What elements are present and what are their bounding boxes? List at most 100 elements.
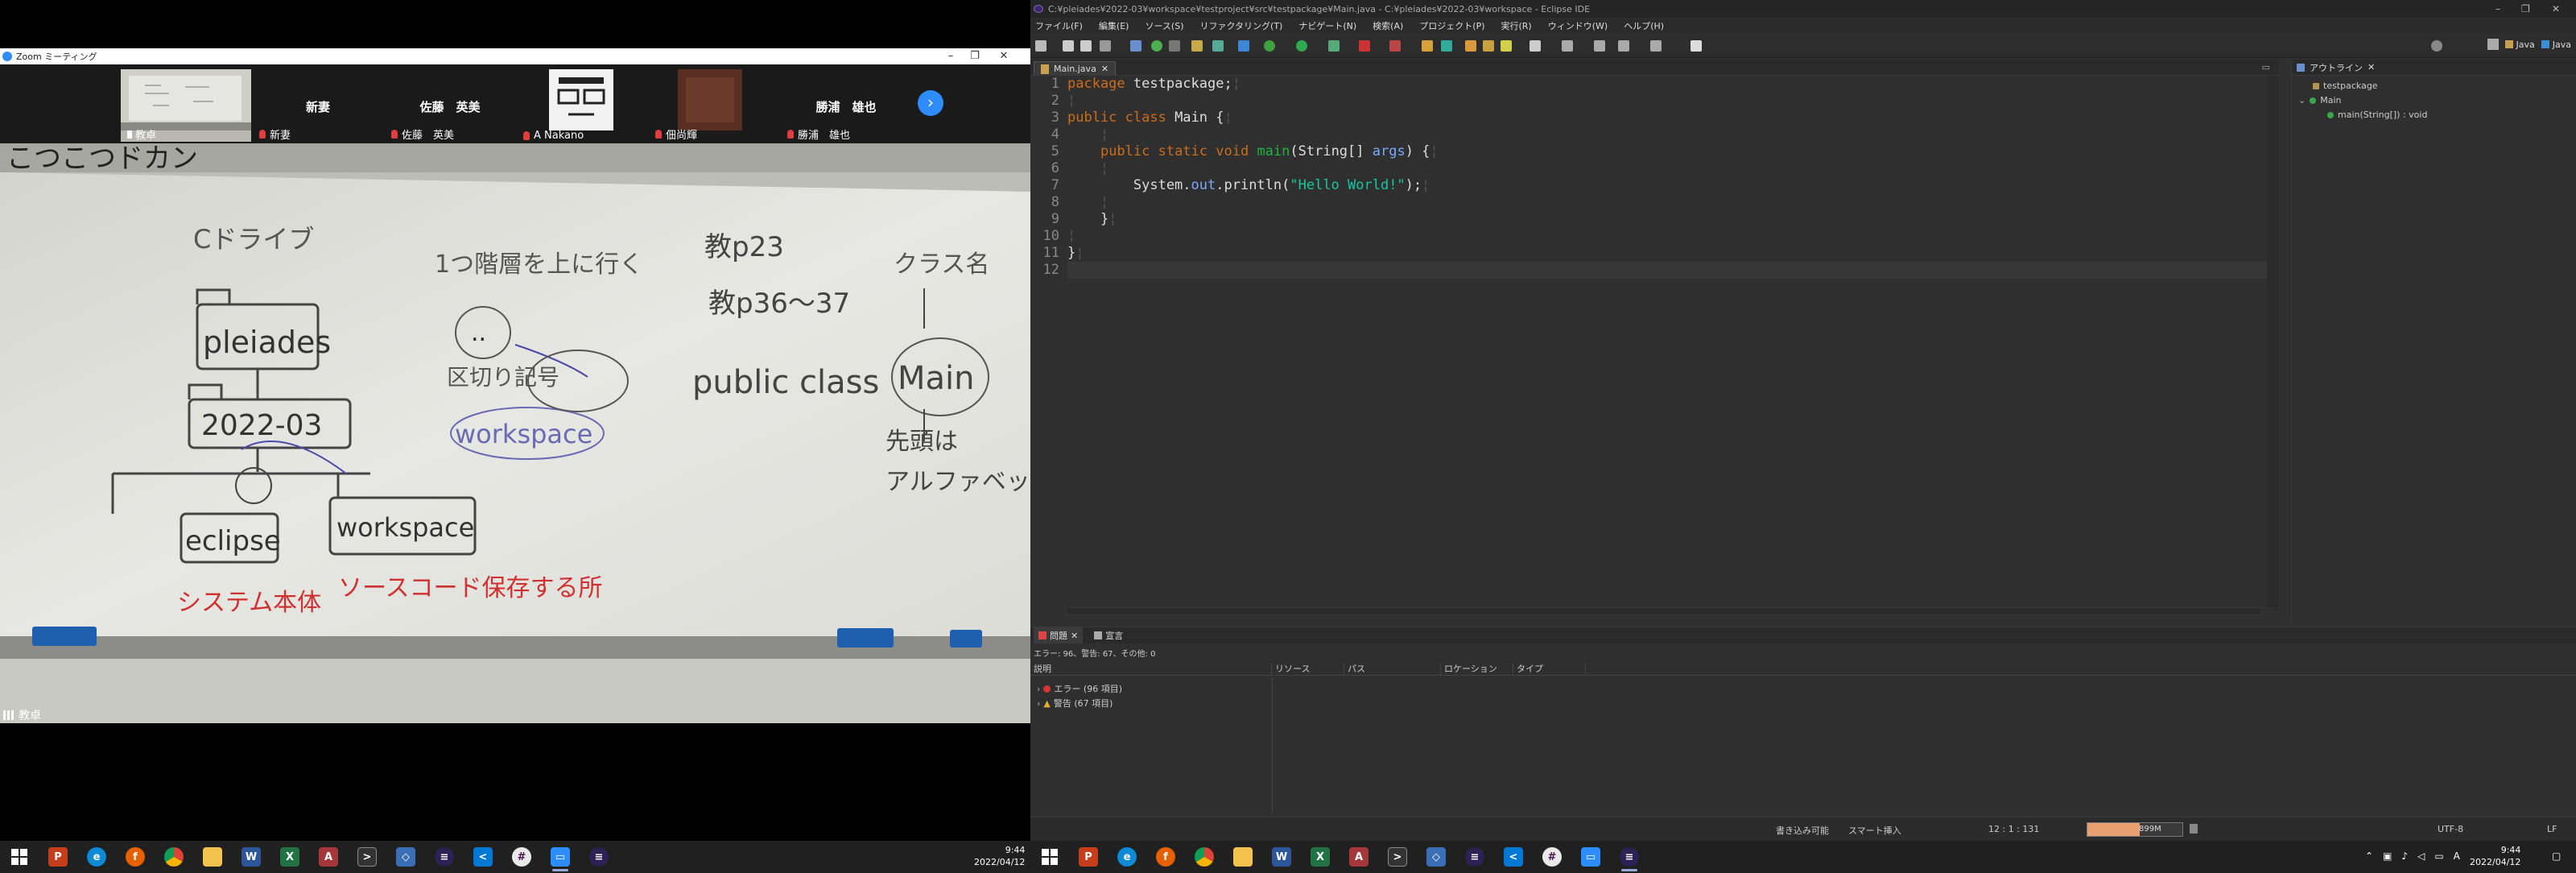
eclipse-icon[interactable]: ≡ bbox=[1455, 841, 1494, 873]
excel-icon[interactable]: X bbox=[270, 841, 309, 873]
vscode-icon[interactable]: < bbox=[464, 841, 502, 873]
menu-search[interactable]: 検索(A) bbox=[1373, 19, 1403, 32]
perspective-java-ee[interactable]: Java bbox=[2504, 39, 2535, 50]
new-class-icon[interactable] bbox=[1441, 40, 1452, 52]
next-annotation-icon[interactable] bbox=[1562, 40, 1573, 52]
tab-main-java[interactable]: Main.java ✕ bbox=[1034, 61, 1117, 76]
clock[interactable]: 9:44 2022/04/12 bbox=[2470, 844, 2520, 868]
gc-icon[interactable] bbox=[2190, 824, 2198, 834]
access-icon[interactable]: A bbox=[1340, 841, 1378, 873]
new-icon[interactable] bbox=[1035, 40, 1046, 52]
menu-run[interactable]: 実行(R) bbox=[1501, 19, 1532, 32]
terminal-icon[interactable]: > bbox=[348, 841, 386, 873]
coverage-icon[interactable] bbox=[1191, 40, 1203, 52]
open-folder-icon[interactable] bbox=[1465, 40, 1476, 52]
code-line[interactable]: ¦ bbox=[1067, 228, 2267, 245]
maximize-icon[interactable]: ▭ bbox=[2262, 62, 2270, 72]
firefox-icon[interactable]: f bbox=[116, 841, 155, 873]
col-type[interactable]: タイプ bbox=[1513, 663, 1586, 675]
open-perspective-icon[interactable] bbox=[2487, 39, 2499, 50]
slack-icon[interactable]: # bbox=[1533, 841, 1571, 873]
minimize-icon[interactable]: – bbox=[2496, 3, 2500, 14]
code-line[interactable]: public static void main(String[] args) {… bbox=[1067, 143, 2267, 160]
close-icon[interactable]: ✕ bbox=[1101, 64, 1108, 74]
vertical-scrollbar[interactable] bbox=[2267, 76, 2278, 607]
debug-icon[interactable] bbox=[1151, 40, 1162, 52]
close-icon[interactable]: ✕ bbox=[2552, 3, 2560, 14]
notification-icon[interactable]: ▢ bbox=[2552, 850, 2561, 862]
new-package-icon[interactable] bbox=[1422, 40, 1433, 52]
close-icon[interactable]: ✕ bbox=[2368, 62, 2375, 72]
eclipse-icon[interactable]: ≡ bbox=[580, 841, 618, 873]
external-tools-icon[interactable] bbox=[1328, 40, 1340, 52]
participant-tile[interactable]: 新妻 新妻 bbox=[253, 69, 383, 142]
menu-window[interactable]: ウィンドウ(W) bbox=[1548, 19, 1608, 32]
problems-row-warnings[interactable]: › ▲ 警告 (67 項目) bbox=[1037, 697, 1113, 710]
tab-problems[interactable]: 問題 ✕ bbox=[1034, 627, 1084, 643]
tab-declaration[interactable]: 宣言 bbox=[1094, 629, 1123, 642]
excel-icon[interactable]: X bbox=[1301, 841, 1340, 873]
menu-navigate[interactable]: ナビゲート(N) bbox=[1298, 19, 1356, 32]
edge-icon[interactable]: e bbox=[1108, 841, 1146, 873]
participant-tile[interactable]: 勝浦 雄也 勝浦 雄也 bbox=[781, 69, 911, 142]
virtualbox-icon[interactable]: ◇ bbox=[386, 841, 425, 873]
outline-item-class[interactable]: ⌄ Main bbox=[2298, 95, 2341, 106]
participant-tile[interactable]: 佐藤 英美 佐藤 英美 bbox=[385, 69, 515, 142]
stop-icon[interactable] bbox=[1359, 40, 1370, 52]
minimize-icon[interactable]: – bbox=[939, 50, 963, 62]
menu-source[interactable]: ソース(S) bbox=[1145, 19, 1183, 32]
chrome-icon[interactable] bbox=[155, 841, 193, 873]
open-type-icon[interactable] bbox=[1238, 40, 1249, 52]
edge-icon[interactable]: e bbox=[77, 841, 116, 873]
code-line[interactable]: }¦ bbox=[1067, 245, 2267, 262]
close-icon[interactable]: ✕ bbox=[1071, 631, 1078, 641]
eclipse-icon[interactable]: ≡ bbox=[425, 841, 464, 873]
code-editor[interactable]: 1 2 3 4 5 6 7 8 9 10 11 12 package testpackage;¦ ¦ pu… bbox=[1030, 76, 2267, 607]
chevron-up-icon[interactable]: ⌃ bbox=[2365, 850, 2373, 862]
heap-status[interactable]: 899M bbox=[2087, 822, 2183, 837]
col-path[interactable]: パス bbox=[1344, 663, 1441, 675]
next-page-button[interactable]: › bbox=[918, 90, 943, 116]
code-line[interactable]: ¦ bbox=[1067, 126, 2267, 143]
horizontal-scrollbar[interactable] bbox=[1066, 607, 2262, 615]
annotation-icon[interactable] bbox=[1530, 40, 1541, 52]
access-icon[interactable]: A bbox=[309, 841, 348, 873]
pin-editor-icon[interactable] bbox=[1690, 40, 1702, 52]
code-line[interactable]: package testpackage;¦ bbox=[1067, 76, 2267, 93]
terminal-icon[interactable]: > bbox=[1378, 841, 1417, 873]
menu-project[interactable]: プロジェクト(P) bbox=[1419, 19, 1484, 32]
col-description[interactable]: 説明 bbox=[1030, 663, 1272, 675]
word-icon[interactable]: W bbox=[1262, 841, 1301, 873]
save-all-icon[interactable] bbox=[1080, 40, 1092, 52]
menu-edit[interactable]: 編集(E) bbox=[1099, 19, 1129, 32]
search-icon[interactable] bbox=[2431, 40, 2442, 52]
run-debug-icon[interactable] bbox=[1264, 40, 1275, 52]
start-button[interactable] bbox=[0, 841, 39, 873]
volume-icon[interactable]: ◁ bbox=[2417, 850, 2425, 862]
code-area[interactable]: package testpackage;¦ ¦ public class Main … bbox=[1067, 76, 2267, 279]
microphone-icon[interactable]: ♪ bbox=[2401, 850, 2408, 862]
slack-icon[interactable]: # bbox=[502, 841, 541, 873]
camera-icon[interactable]: ▣ bbox=[2383, 850, 2392, 862]
code-line[interactable]: public class Main {¦ bbox=[1067, 110, 2267, 126]
print-icon[interactable] bbox=[1100, 40, 1111, 52]
zoom-icon[interactable]: ▭ bbox=[1571, 841, 1610, 873]
problems-row-errors[interactable]: › エラー (96 項目) bbox=[1037, 682, 1122, 695]
participant-tile[interactable]: 佃尚輝 bbox=[649, 69, 779, 142]
explorer-icon[interactable] bbox=[1224, 841, 1262, 873]
code-line[interactable]: System.out.println("Hello World!");¦ bbox=[1067, 177, 2267, 194]
prev-edit-icon[interactable] bbox=[1594, 40, 1605, 52]
virtualbox-icon[interactable]: ◇ bbox=[1417, 841, 1455, 873]
maximize-icon[interactable]: ❐ bbox=[963, 50, 987, 62]
forward-icon[interactable] bbox=[1650, 40, 1662, 52]
open-task-icon[interactable] bbox=[1483, 40, 1494, 52]
code-line[interactable] bbox=[1067, 262, 2267, 279]
eclipse-icon[interactable]: ≡ bbox=[1610, 841, 1649, 873]
powerpoint-icon[interactable]: P bbox=[1069, 841, 1108, 873]
menu-refactor[interactable]: リファクタリング(T) bbox=[1199, 19, 1282, 32]
col-resource[interactable]: リソース bbox=[1272, 663, 1344, 675]
participant-tile[interactable]: 教卓 bbox=[121, 69, 251, 142]
menu-file[interactable]: ファイル(F) bbox=[1035, 19, 1083, 32]
menu-help[interactable]: ヘルプ(H) bbox=[1624, 19, 1664, 32]
network-icon[interactable]: ▭ bbox=[2434, 850, 2443, 862]
